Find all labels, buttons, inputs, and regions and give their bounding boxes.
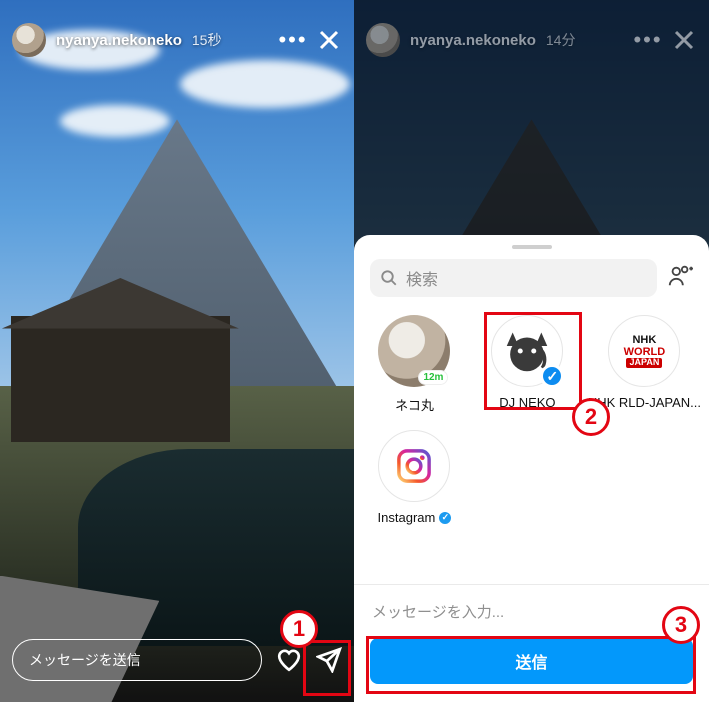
more-icon[interactable]: ••• xyxy=(280,27,306,53)
story-timestamp: 15秒 xyxy=(192,30,222,50)
contact-name: ネコ丸 xyxy=(395,395,434,414)
share-sheet: 検索 12m ネコ丸 ✓ DJ NEKO xyxy=(354,235,709,702)
send-button[interactable]: 送信 xyxy=(370,638,693,684)
compose-placeholder: メッセージを入力... xyxy=(372,604,504,621)
contact-avatar: NHK WORLD JAPAN xyxy=(608,315,680,387)
more-icon: ••• xyxy=(635,27,661,53)
nhk-logo-line1: NHK xyxy=(632,334,656,346)
contact-name: DJ NEKO xyxy=(499,395,555,410)
search-row: 検索 xyxy=(354,259,709,309)
contact-avatar: ✓ xyxy=(491,315,563,387)
story-screen-right: nyanya.nekoneko 14分 ••• 検索 12m ネコ丸 xyxy=(354,0,709,702)
compose-input[interactable]: メッセージを入力... xyxy=(370,599,693,638)
close-icon[interactable] xyxy=(316,27,342,53)
add-people-icon[interactable] xyxy=(667,263,693,294)
author-avatar[interactable] xyxy=(12,23,46,57)
story-timestamp: 14分 xyxy=(546,30,576,50)
search-placeholder: 検索 xyxy=(406,266,438,290)
contact-name: NHK RLD-JAPAN... xyxy=(588,395,701,410)
active-badge: 12m xyxy=(418,370,448,385)
contact-nhk[interactable]: NHK WORLD JAPAN NHK RLD-JAPAN... xyxy=(584,315,705,414)
story-photo-fuji xyxy=(0,0,354,702)
contact-avatar xyxy=(378,430,450,502)
nhk-logo-line3: JAPAN xyxy=(626,358,662,368)
story-header: nyanya.nekoneko 15秒 ••• xyxy=(12,20,342,60)
contact-name: Instagram xyxy=(378,510,452,525)
story-footer: メッセージを送信 xyxy=(12,636,342,684)
contact-instagram[interactable]: Instagram xyxy=(358,430,471,525)
author-username[interactable]: nyanya.nekoneko xyxy=(56,32,182,49)
message-input[interactable]: メッセージを送信 xyxy=(12,639,262,681)
story-screen-left: nyanya.nekoneko 15秒 ••• メッセージを送信 1 xyxy=(0,0,354,702)
like-icon[interactable] xyxy=(276,647,302,673)
selected-check-icon: ✓ xyxy=(540,364,564,388)
sheet-grabber[interactable] xyxy=(512,245,552,249)
send-button-label: 送信 xyxy=(515,649,547,673)
contact-nekomaru[interactable]: 12m ネコ丸 xyxy=(358,315,471,414)
story-header-dim: nyanya.nekoneko 14分 ••• xyxy=(366,20,697,60)
search-input[interactable]: 検索 xyxy=(370,259,657,297)
share-icon[interactable] xyxy=(316,647,342,673)
sheet-bottom: メッセージを入力... 送信 xyxy=(354,584,709,702)
contacts-grid: 12m ネコ丸 ✓ DJ NEKO NHK WORLD JAPAN NHK RL… xyxy=(354,309,709,525)
verified-icon xyxy=(439,512,451,524)
author-username: nyanya.nekoneko xyxy=(410,32,536,49)
contact-djneko[interactable]: ✓ DJ NEKO xyxy=(471,315,584,414)
contact-avatar: 12m xyxy=(378,315,450,387)
message-placeholder: メッセージを送信 xyxy=(29,650,141,670)
close-icon xyxy=(671,27,697,53)
author-avatar xyxy=(366,23,400,57)
search-icon xyxy=(380,269,398,287)
